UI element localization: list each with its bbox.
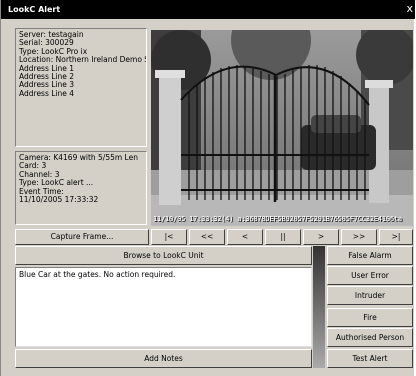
video-frame[interactable]: 11/10/05 17:33:32(4) a:36878DEF5B92057F5… [151,30,413,226]
authorised-person-button[interactable]: Authorised Person [327,328,413,347]
status-gradient-strip [313,246,325,368]
step-back-button[interactable]: < [227,229,263,245]
camera-info-panel: Camera: K4169 with 5/55m Len Card: 3 Cha… [15,151,147,225]
first-frame-button[interactable]: |< [151,229,187,245]
add-notes-button[interactable]: Add Notes [15,349,312,368]
fire-button[interactable]: Fire [327,308,413,327]
fast-forward-button[interactable]: >> [341,229,377,245]
pause-button[interactable]: || [265,229,301,245]
step-forward-button[interactable]: > [303,229,339,245]
false-alarm-button[interactable]: False Alarm [327,246,413,265]
title-bar: LookC Alert x [1,0,415,19]
alert-window: LookC Alert x Server: testagain Serial: … [0,0,415,376]
rewind-button[interactable]: << [189,229,225,245]
gate-image [151,30,413,226]
window-title: LookC Alert [8,5,61,14]
user-error-button[interactable]: User Error [327,266,413,285]
server-info-panel: Server: testagain Serial: 300029 Type: L… [15,28,147,147]
intruder-button[interactable]: Intruder [327,286,413,305]
test-alert-button[interactable]: Test Alert [327,349,413,368]
browse-unit-button[interactable]: Browse to LookC Unit [15,246,312,265]
last-frame-button[interactable]: >| [379,229,413,245]
close-icon[interactable]: x [406,0,413,18]
address-line-4: Address Line 4 [19,88,75,98]
video-timestamp-overlay: 11/10/05 17:33:32(4) a:36878DEF5B92057F5… [153,215,402,223]
notes-text: Blue Car at the gates. No action require… [19,270,176,279]
event-time-value: 11/10/2005 17:33:32 [19,195,99,205]
notes-textarea[interactable]: Blue Car at the gates. No action require… [15,267,312,347]
capture-frame-button[interactable]: Capture Frame... [15,229,149,245]
